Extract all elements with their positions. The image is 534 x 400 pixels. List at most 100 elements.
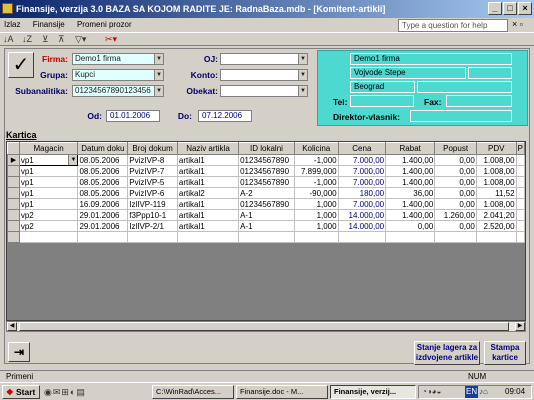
- table-cell[interactable]: vp1: [18, 187, 79, 199]
- column-header[interactable]: Magacin: [18, 142, 79, 155]
- table-cell[interactable]: 7.000,00: [337, 198, 387, 210]
- table-cell[interactable]: artikal2: [176, 187, 240, 199]
- table-cell[interactable]: 08.05.2006: [77, 187, 129, 199]
- filter-selection-icon[interactable]: ⊻: [42, 34, 49, 45]
- grupa-combo[interactable]: Kupci ▼: [72, 69, 164, 81]
- table-cell[interactable]: 1.260,00: [434, 209, 477, 221]
- minimize-button[interactable]: _: [488, 2, 502, 15]
- firma-combo[interactable]: Demo1 firma ▼: [72, 53, 164, 65]
- table-cell[interactable]: PvizIVP-7: [127, 165, 178, 177]
- table-cell[interactable]: vp1: [18, 165, 79, 177]
- row-selector[interactable]: [7, 220, 20, 232]
- column-header[interactable]: Rabat: [385, 142, 436, 155]
- table-cell[interactable]: 08.05.2006: [77, 176, 129, 188]
- table-cell[interactable]: 01234567890: [238, 154, 295, 166]
- table-cell[interactable]: -90,000: [293, 187, 339, 199]
- table-cell[interactable]: vp2: [18, 209, 79, 221]
- table-cell[interactable]: 1.008,00: [475, 198, 517, 210]
- table-cell[interactable]: f3Ppp10-1: [127, 209, 178, 221]
- row-selector[interactable]: [7, 165, 20, 177]
- table-cell[interactable]: 0,00: [434, 165, 477, 177]
- table-cell[interactable]: [475, 231, 517, 243]
- chevron-down-icon[interactable]: ▼: [154, 54, 163, 64]
- task-finansije[interactable]: Finansije, verzij...: [330, 385, 416, 399]
- table-row[interactable]: vp1 08.05.2006 PvizIVP-5 artikal1 0123456789…: [7, 176, 525, 188]
- table-cell[interactable]: [515, 154, 525, 166]
- column-header[interactable]: Kolicina: [293, 142, 339, 155]
- table-cell[interactable]: vp1: [18, 198, 79, 210]
- chevron-down-icon[interactable]: ▼: [154, 86, 163, 96]
- language-indicator[interactable]: EN: [465, 386, 479, 398]
- table-cell[interactable]: 11,52: [475, 187, 517, 199]
- table-cell[interactable]: [515, 187, 525, 199]
- table-cell[interactable]: 1.400,00: [385, 176, 436, 188]
- table-row[interactable]: vp2 29.01.2006 f3Ppp10-1 artikal1 A-1 1,000 14…: [7, 209, 525, 221]
- table-cell[interactable]: 0,00: [385, 220, 436, 232]
- table-cell[interactable]: 29.01.2006: [77, 220, 129, 232]
- konto-combo[interactable]: ▼: [220, 69, 308, 81]
- table-cell[interactable]: 08.05.2006: [77, 165, 129, 177]
- table-cell[interactable]: 1,000: [293, 220, 339, 232]
- column-header[interactable]: Cena: [337, 142, 387, 155]
- close-button[interactable]: ×: [518, 2, 532, 15]
- menu-item-promeni-prozor[interactable]: Promeni prozor: [77, 20, 132, 29]
- task-access[interactable]: C:\WinRad\Acces...: [152, 385, 234, 399]
- chevron-down-icon[interactable]: ▼: [298, 70, 307, 80]
- table-cell[interactable]: 1.400,00: [385, 165, 436, 177]
- table-cell[interactable]: vp1 ▼: [18, 154, 79, 166]
- maximize-button[interactable]: □: [503, 2, 517, 15]
- table-cell[interactable]: 0,00: [434, 220, 477, 232]
- table-cell[interactable]: PvizIVP-6: [127, 187, 178, 199]
- scroll-thumb[interactable]: [19, 322, 509, 331]
- task-word[interactable]: Finansije.doc - M...: [236, 385, 328, 399]
- row-selector[interactable]: [7, 198, 20, 210]
- column-header[interactable]: Popust: [434, 142, 477, 155]
- remove-filter-icon[interactable]: ✂▾: [105, 34, 117, 45]
- table-cell[interactable]: artikal1: [176, 198, 240, 210]
- menu-item-finansije[interactable]: Finansije: [33, 20, 65, 29]
- table-cell[interactable]: 2.520,00: [475, 220, 517, 232]
- table-cell[interactable]: 1.008,00: [475, 165, 517, 177]
- table-row[interactable]: vp1 08.05.2006 PvizIVP-7 artikal1 0123456789…: [7, 165, 525, 177]
- table-cell[interactable]: [238, 231, 295, 243]
- table-cell[interactable]: 7.000,00: [337, 176, 387, 188]
- table-cell[interactable]: 14.000,00: [337, 209, 387, 221]
- table-cell[interactable]: A-1: [238, 209, 295, 221]
- table-cell[interactable]: vp2: [18, 220, 79, 232]
- sort-descending-icon[interactable]: ↓Z: [22, 34, 32, 44]
- row-selector[interactable]: ▶: [7, 154, 20, 166]
- menu-item-izlaz[interactable]: Izlaz: [4, 20, 20, 29]
- table-cell[interactable]: IzlIVP-2/1: [127, 220, 178, 232]
- table-cell[interactable]: artikal1: [176, 220, 240, 232]
- table-cell[interactable]: 01234567890: [238, 176, 295, 188]
- od-date-field[interactable]: 01.01.2006: [106, 110, 160, 122]
- table-cell[interactable]: [515, 198, 525, 210]
- scroll-left-icon[interactable]: ◀: [7, 322, 17, 331]
- table-cell[interactable]: 1.008,00: [475, 176, 517, 188]
- chevron-down-icon[interactable]: ▼: [68, 155, 77, 165]
- column-header[interactable]: P: [515, 142, 525, 155]
- table-cell[interactable]: -1,000: [293, 154, 339, 166]
- row-selector[interactable]: [7, 231, 20, 243]
- table-cell[interactable]: IzlIVP-119: [127, 198, 178, 210]
- table-row[interactable]: ▶ vp1 ▼ 08.05.2006 PvizIVP-8 artikal1 01234567…: [7, 154, 525, 166]
- chevron-down-icon[interactable]: ▼: [298, 54, 307, 64]
- sort-ascending-icon[interactable]: ↓A: [3, 34, 14, 44]
- table-cell[interactable]: PvizIVP-8: [127, 154, 178, 166]
- table-cell[interactable]: 0,00: [434, 176, 477, 188]
- exit-door-button[interactable]: ⇥: [8, 342, 30, 362]
- do-date-field[interactable]: 07.12.2006: [198, 110, 252, 122]
- tray-icons[interactable]: ◔◑◕◒: [422, 386, 441, 398]
- row-selector[interactable]: [7, 187, 20, 199]
- table-cell[interactable]: [337, 231, 387, 243]
- table-cell[interactable]: -1,000: [293, 176, 339, 188]
- apply-filter-icon[interactable]: ▽▾: [75, 34, 86, 45]
- column-header[interactable]: Datum doku: [77, 142, 129, 155]
- obekat-combo[interactable]: ▼: [220, 85, 308, 97]
- table-cell[interactable]: 01234567890: [238, 198, 295, 210]
- table-cell[interactable]: artikal1: [176, 165, 240, 177]
- table-cell[interactable]: 16.09.2006: [77, 198, 129, 210]
- table-cell[interactable]: [515, 220, 525, 232]
- chevron-down-icon[interactable]: ▼: [154, 70, 163, 80]
- kartica-datasheet[interactable]: Magacin Datum doku Broj dokum Naziv artikla…: [6, 141, 526, 321]
